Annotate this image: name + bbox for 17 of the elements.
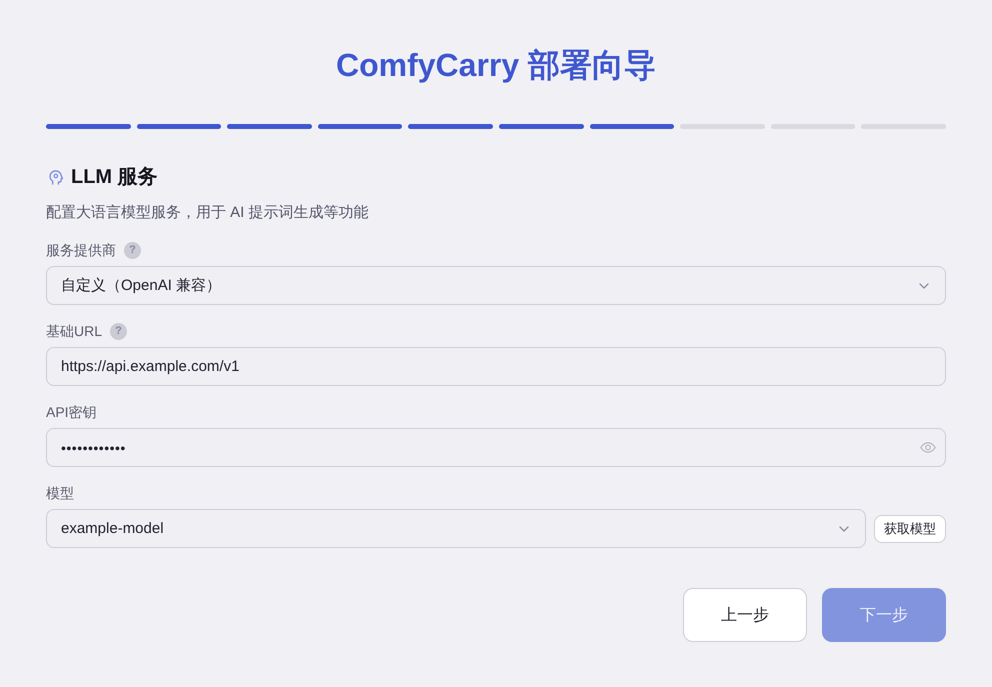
password-field[interactable]: •••••••••••• <box>46 428 946 467</box>
field-label: 基础URL <box>46 322 102 341</box>
chevron-down-icon <box>919 282 929 288</box>
field-label: 服务提供商 <box>46 241 116 260</box>
select-field[interactable]: 自定义（OpenAI 兼容） <box>46 266 946 305</box>
field-label: API密钥 <box>46 403 97 422</box>
fetch-models-button[interactable]: 获取模型 <box>874 514 946 542</box>
select-field[interactable]: example-model <box>46 509 866 548</box>
back-button[interactable]: 上一步 <box>683 588 807 642</box>
wizard-title: ComfyCarry 部署向导 <box>334 46 658 85</box>
chevron-down-icon <box>839 526 849 532</box>
field-label: 模型 <box>46 484 74 503</box>
head-profile-icon <box>49 170 63 184</box>
section-title: LLM 服务 <box>71 165 158 190</box>
eye-icon[interactable] <box>920 442 936 453</box>
input-field[interactable]: https://api.example.com/v1 <box>46 347 946 386</box>
section-description: 配置大语言模型服务，用于 AI 提示词生成等功能 <box>46 203 370 223</box>
